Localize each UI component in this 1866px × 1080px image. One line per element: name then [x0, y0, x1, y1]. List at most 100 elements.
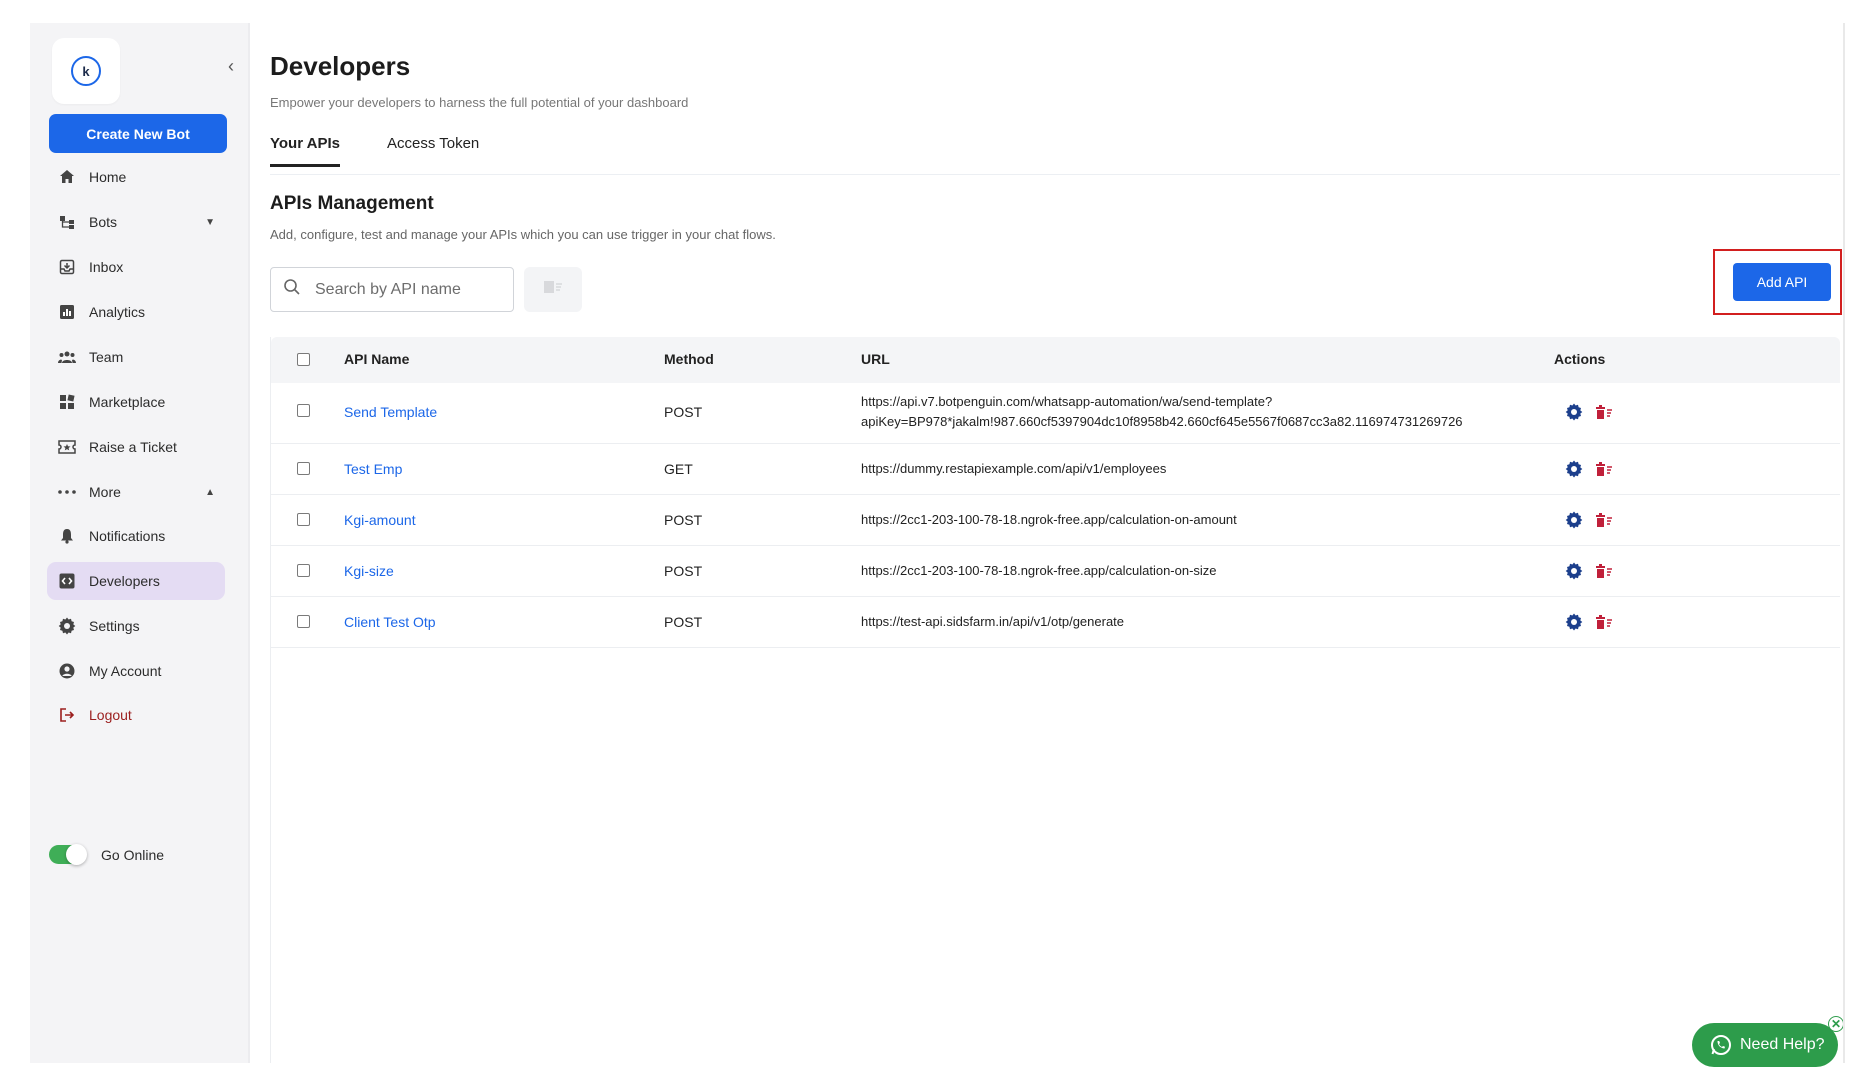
bell-icon: [57, 526, 77, 546]
ticket-icon: [57, 437, 77, 457]
add-api-button[interactable]: Add API: [1733, 263, 1831, 301]
brand-logo[interactable]: k: [52, 38, 120, 104]
marketplace-icon: [57, 392, 77, 412]
settings-gear-icon[interactable]: [1565, 460, 1583, 478]
sidebar-item-my-account[interactable]: My Account: [47, 652, 225, 690]
sidebar-item-bots[interactable]: Bots ▼: [47, 203, 225, 241]
tab-access-token[interactable]: Access Token: [387, 135, 479, 164]
api-name-link[interactable]: Kgi-size: [344, 563, 394, 579]
sidebar-item-label: Marketplace: [89, 394, 166, 410]
analytics-icon: [57, 302, 77, 322]
api-table: API Name Method URL Actions Send Templat…: [270, 337, 1840, 1063]
gear-icon: [57, 616, 77, 636]
delete-icon[interactable]: [1595, 461, 1613, 477]
table-header: API Name Method URL Actions: [271, 337, 1840, 383]
sidebar-item-label: My Account: [89, 663, 162, 679]
settings-gear-icon[interactable]: [1565, 562, 1583, 580]
api-name-link[interactable]: Test Emp: [344, 461, 402, 477]
need-help-label: Need Help?: [1740, 1036, 1825, 1053]
row-actions: [1565, 562, 1613, 580]
api-url: https://2cc1-203-100-78-18.ngrok-free.ap…: [861, 512, 1237, 527]
close-icon[interactable]: ✕: [1828, 1016, 1844, 1032]
need-help-button[interactable]: Need Help?: [1692, 1023, 1838, 1067]
code-icon: [57, 571, 77, 591]
row-checkbox[interactable]: [297, 462, 310, 475]
column-header: Actions: [1554, 351, 1606, 367]
search-box: [270, 267, 514, 312]
row-actions: [1565, 460, 1613, 478]
row-checkbox[interactable]: [297, 404, 310, 417]
chevron-up-icon: ▲: [205, 486, 215, 498]
api-method: POST: [664, 614, 703, 630]
api-method: POST: [664, 563, 703, 579]
sidebar-item-raise-ticket[interactable]: Raise a Ticket: [47, 428, 225, 466]
search-input[interactable]: [315, 280, 495, 299]
row-actions: [1565, 511, 1613, 529]
sidebar-item-developers[interactable]: Developers: [47, 562, 225, 600]
sidebar-item-more[interactable]: More ▲: [47, 473, 225, 511]
sidebar-item-label: Developers: [89, 573, 160, 589]
api-name-link[interactable]: Kgi-amount: [344, 512, 416, 528]
delete-icon[interactable]: [1595, 404, 1613, 420]
sidebar-item-inbox[interactable]: Inbox: [47, 248, 225, 286]
sidebar-item-label: Inbox: [89, 259, 124, 275]
column-header: URL: [861, 351, 890, 367]
sidebar-item-logout[interactable]: Logout: [47, 696, 225, 734]
tab-bar: Your APIs Access Token: [270, 135, 1840, 175]
search-icon: [283, 278, 301, 301]
whatsapp-icon: [1710, 1034, 1732, 1056]
sidebar-item-label: Bots: [89, 214, 118, 230]
delete-icon[interactable]: [1595, 614, 1613, 630]
table-row: Send Template POST https://api.v7.botpen…: [271, 383, 1840, 444]
row-checkbox[interactable]: [297, 513, 310, 526]
go-online-toggle[interactable]: [49, 844, 87, 865]
sidebar-item-settings[interactable]: Settings: [47, 607, 225, 645]
api-method: GET: [664, 461, 693, 477]
sidebar-item-analytics[interactable]: Analytics: [47, 293, 225, 331]
row-checkbox[interactable]: [297, 564, 310, 577]
page-title: Developers: [270, 51, 411, 81]
select-all-checkbox[interactable]: [297, 353, 310, 366]
settings-gear-icon[interactable]: [1565, 511, 1583, 529]
sidebar-item-label: Logout: [89, 707, 132, 723]
section-subtitle: Add, configure, test and manage your API…: [270, 227, 776, 242]
tab-your-apis[interactable]: Your APIs: [270, 135, 341, 167]
section-title: APIs Management: [270, 193, 434, 214]
api-url: apiKey=BP978*jakalm!987.660cf5397904dc10…: [861, 414, 1463, 429]
api-url: https://test-api.sidsfarm.in/api/v1/otp/…: [861, 614, 1125, 629]
column-header: API Name: [344, 351, 410, 367]
sidebar-item-team[interactable]: Team: [47, 338, 225, 376]
settings-gear-icon[interactable]: [1565, 403, 1583, 421]
api-url: https://2cc1-203-100-78-18.ngrok-free.ap…: [861, 563, 1217, 578]
bots-icon: [57, 212, 77, 232]
chevron-down-icon: ▼: [205, 216, 215, 228]
delete-icon[interactable]: [1595, 563, 1613, 579]
table-row: Client Test Otp POST https://test-api.si…: [271, 597, 1840, 648]
filter-button[interactable]: [524, 267, 582, 312]
page-subtitle: Empower your developers to harness the f…: [270, 95, 689, 110]
sidebar-item-label: Analytics: [89, 304, 146, 320]
home-icon: [57, 167, 77, 187]
account-icon: [57, 661, 77, 681]
delete-icon[interactable]: [1595, 512, 1613, 528]
go-online-label: Go Online: [101, 846, 165, 863]
api-name-link[interactable]: Client Test Otp: [344, 614, 436, 630]
sidebar-item-notifications[interactable]: Notifications: [47, 517, 225, 555]
collapse-sidebar-icon[interactable]: ‹: [228, 56, 234, 77]
brand-logo-icon: k: [71, 56, 101, 86]
create-new-bot-button[interactable]: Create New Bot: [49, 114, 227, 153]
settings-gear-icon[interactable]: [1565, 613, 1583, 631]
team-icon: [57, 347, 77, 367]
go-online-row: Go Online: [49, 844, 165, 865]
main-content: Developers Empower your developers to ha…: [270, 23, 1844, 1067]
api-url: https://dummy.restapiexample.com/api/v1/…: [861, 461, 1167, 476]
row-actions: [1565, 613, 1613, 631]
row-checkbox[interactable]: [297, 615, 310, 628]
api-name-link[interactable]: Send Template: [344, 404, 437, 420]
api-url: https://api.v7.botpenguin.com/whatsapp-a…: [861, 394, 1273, 409]
sidebar-item-marketplace[interactable]: Marketplace: [47, 383, 225, 421]
sidebar-item-label: Team: [89, 349, 124, 365]
sidebar-item-label: More: [89, 484, 121, 500]
table-row: Kgi-amount POST https://2cc1-203-100-78-…: [271, 495, 1840, 546]
sidebar-item-home[interactable]: Home: [47, 158, 225, 196]
